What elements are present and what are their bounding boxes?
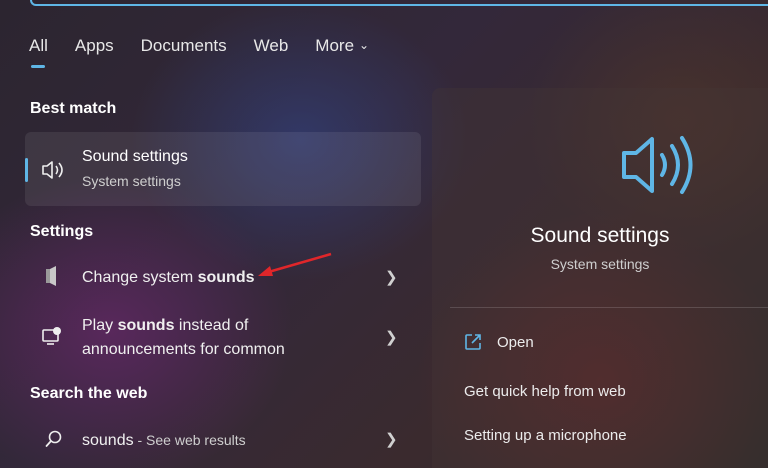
detail-pane: Sound settings System settings Open Get … <box>432 88 768 468</box>
list-item-play-sounds[interactable]: Play sounds instead of announcements for… <box>25 314 421 364</box>
notification-screen-icon <box>41 326 63 353</box>
chevron-down-icon: ⌄ <box>359 38 370 52</box>
microphone-setup-link[interactable]: Setting up a microphone <box>464 427 627 444</box>
detail-title: Sound settings <box>530 224 670 247</box>
chevron-right-icon: ❯ <box>385 431 398 448</box>
chevron-right-icon: ❯ <box>385 329 398 346</box>
section-settings: Settings <box>30 223 94 240</box>
detail-subtitle: System settings <box>550 256 650 272</box>
section-best-match: Best match <box>30 100 117 117</box>
best-match-title: Sound settings <box>82 148 188 165</box>
speaker-icon <box>41 159 67 186</box>
chevron-right-icon: ❯ <box>385 269 398 286</box>
search-icon <box>45 430 63 453</box>
sound-icon <box>41 265 61 292</box>
tab-more[interactable]: More ⌄ <box>315 36 369 56</box>
tab-all[interactable]: All <box>29 36 48 68</box>
section-search-web: Search the web <box>30 385 148 402</box>
tab-documents[interactable]: Documents <box>141 36 227 56</box>
open-action[interactable]: Open <box>497 334 534 351</box>
list-item-web-search[interactable]: sounds - See web results ❯ <box>25 426 421 456</box>
selection-indicator <box>25 158 28 182</box>
filter-tabs: All Apps Documents Web More ⌄ <box>29 36 396 68</box>
open-external-icon <box>464 333 482 356</box>
tab-web[interactable]: Web <box>254 36 289 56</box>
quick-help-link[interactable]: Get quick help from web <box>464 383 626 400</box>
search-box-edge <box>30 0 768 6</box>
speaker-large-icon <box>620 130 700 205</box>
best-match-subtitle: System settings <box>82 173 181 189</box>
best-match-item[interactable]: Sound settings System settings <box>25 132 421 206</box>
divider <box>450 307 768 308</box>
annotation-arrow <box>258 252 332 276</box>
list-item-change-system-sounds[interactable]: Change system sounds ❯ <box>25 262 421 296</box>
list-item-label: Change system sounds <box>82 269 255 286</box>
tab-apps[interactable]: Apps <box>75 36 114 56</box>
web-result-label: sounds - See web results <box>82 432 246 449</box>
list-item-label: Play sounds instead of announcements for… <box>82 317 285 358</box>
